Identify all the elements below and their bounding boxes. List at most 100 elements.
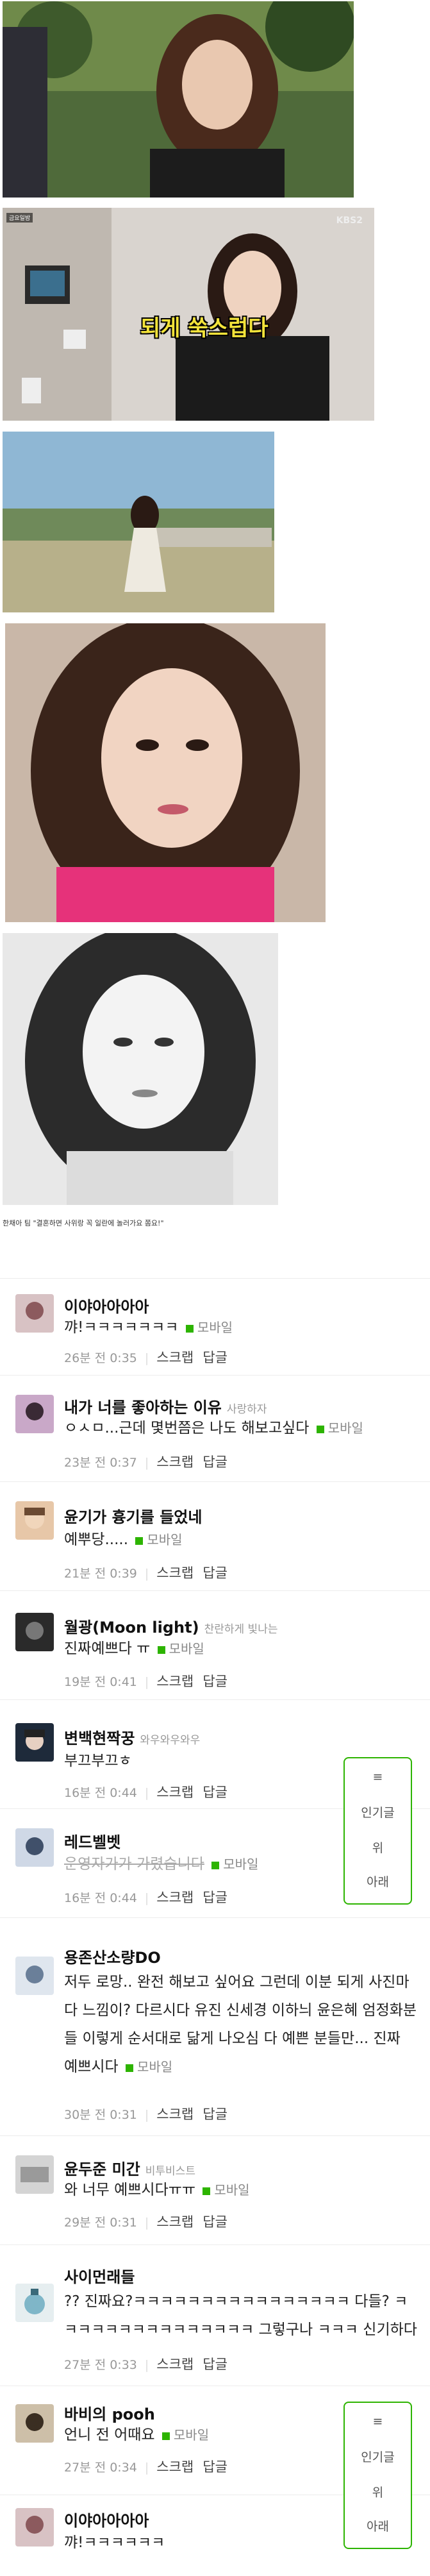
photo-1 [3, 1, 354, 198]
comment-meta: 19분 전 0:41 | 스크랩 답글 [64, 1674, 227, 1689]
comment-author[interactable]: 용존산소량DO [64, 1945, 161, 1967]
mobile-dot-icon [316, 1425, 324, 1433]
avatar[interactable] [15, 1395, 54, 1433]
mobile-badge: 모바일 [209, 1856, 258, 1872]
reply-button[interactable]: 답글 [203, 2459, 227, 2475]
popular-posts-button[interactable]: 인기글 [345, 1803, 411, 1821]
comment-body: 저두 로망.. 완전 해보고 싶어요 그런데 이분 되게 사진마다 느낌이? 다… [64, 1974, 417, 2075]
author-tagline: 사랑하자 [226, 1403, 267, 1416]
avatar[interactable] [15, 1828, 54, 1867]
scrap-button[interactable]: 스크랩 [156, 1350, 194, 1365]
scrap-button[interactable]: 스크랩 [156, 2459, 194, 2475]
comment-meta: 21분 전 0:39 | 스크랩 답글 [64, 1565, 227, 1581]
comment-author[interactable]: 윤기가 흉기를 들었네 [64, 1504, 202, 1527]
avatar[interactable] [15, 1957, 54, 1995]
comment-item: 사이먼래들 ?? 진짜요?ㅋㅋㅋㅋㅋㅋㅋㅋㅋㅋㅋㅋㅋㅋㅋㅋ 다들? ㅋㅋㅋㅋㅋㅋ… [0, 2244, 430, 2386]
comment-meta: 27분 전 0:34 | 스크랩 답글 [64, 2459, 227, 2475]
comment-meta: 29분 전 0:31 | 스크랩 답글 [64, 2214, 227, 2230]
reply-button[interactable]: 답글 [203, 1674, 227, 1689]
comment-author[interactable]: 윤두준 미간 비투비스트 [64, 2157, 195, 2179]
mobile-dot-icon [185, 1324, 194, 1333]
comment-body: 예뿌당..... 모바일 [64, 1531, 183, 1548]
comment-meta: 16분 전 0:44 | 스크랩 답글 [64, 1890, 227, 1905]
comment-item: 윤두준 미간 비투비스트 와 너무 예쁘시다ㅠㅠ 모바일 29분 전 0:31 | 스… [0, 2135, 430, 2245]
comment-author[interactable]: 바비의 pooh [64, 2402, 155, 2424]
avatar[interactable] [15, 1723, 54, 1762]
mobile-dot-icon [203, 2187, 211, 2195]
reply-button[interactable]: 답글 [203, 1350, 227, 1365]
comment-meta: 27분 전 0:33 | 스크랩 답글 [64, 2357, 227, 2372]
author-tagline: 와우와우와우 [140, 1734, 201, 1747]
mobile-dot-icon [161, 2432, 170, 2440]
comment-author[interactable]: 월광(Moon light) 찬란하게 빛나는 [64, 1615, 277, 1637]
photo-caption: 한채아 팀 "결혼하면 사위랑 꼭 일란에 놀러가요 쫌요!" [3, 1219, 164, 1227]
menu-icon[interactable]: ≡ [345, 2414, 411, 2429]
comment-meta: 26분 전 0:35 | 스크랩 답글 [64, 1350, 227, 1365]
comment-item: 월광(Moon light) 찬란하게 빛나는 진짜예쁘다 ㅠ 모바일 19분 전… [0, 1590, 430, 1700]
avatar[interactable] [15, 2284, 54, 2322]
scroll-up-button[interactable]: 위 [345, 1839, 411, 1856]
comment-author[interactable]: 사이먼래들 [64, 2264, 135, 2287]
scrap-button[interactable]: 스크랩 [156, 1890, 194, 1905]
reply-button[interactable]: 답글 [203, 1890, 227, 1905]
comment-author[interactable]: 내가 너를 좋아하는 이유 사랑하자 [64, 1395, 267, 1417]
comment-body: 꺄!ㅋㅋㅋㅋㅋㅋㅋ 모바일 [64, 1319, 233, 1336]
comment-author[interactable]: 레드벨벳 [64, 1830, 120, 1852]
avatar[interactable] [15, 2508, 54, 2547]
comment-meta: 30분 전 0:31 | 스크랩 답글 [64, 2107, 227, 2122]
floating-nav: ≡ 인기글 위 아래 [343, 2402, 412, 2549]
reply-button[interactable]: 답글 [203, 2357, 227, 2372]
avatar[interactable] [15, 2155, 54, 2194]
comment-body: ?? 진짜요?ㅋㅋㅋㅋㅋㅋㅋㅋㅋㅋㅋㅋㅋㅋㅋㅋ 다들? ㅋㅋㅋㅋㅋㅋㅋㅋㅋㅋㅋㅋ… [64, 2293, 417, 2338]
avatar[interactable] [15, 1501, 54, 1540]
scrap-button[interactable]: 스크랩 [156, 1565, 194, 1581]
mobile-badge: 모바일 [133, 1532, 183, 1547]
comment-item: 이야아아아아 꺄!ㅋㅋㅋㅋㅋㅋㅋ 모바일 26분 전 0:35 | 스크랩 답글 [0, 1278, 430, 1376]
author-tagline: 비투비스트 [145, 2165, 195, 2178]
scrap-button[interactable]: 스크랩 [156, 2214, 194, 2230]
reply-button[interactable]: 답글 [203, 1565, 227, 1581]
mobile-dot-icon [211, 1861, 220, 1869]
avatar[interactable] [15, 1613, 54, 1651]
scrap-button[interactable]: 스크랩 [156, 1454, 194, 1470]
photo-2: 금요일밤 KBS2 되게 쑥스럽다 [3, 208, 374, 421]
mobile-badge: 모바일 [155, 1641, 204, 1656]
comment-body: ㅇㅅㅁ...근데 몇번쯤은 나도 해보고싶다 모바일 [64, 1420, 363, 1436]
mobile-badge: 모바일 [314, 1420, 363, 1436]
photo-5 [3, 933, 278, 1205]
mobile-dot-icon [135, 1536, 144, 1545]
comment-item: 내가 너를 좋아하는 이유 사랑하자 ㅇㅅㅁ...근데 몇번쯤은 나도 해보고싶다… [0, 1375, 430, 1482]
mobile-dot-icon [157, 1646, 165, 1654]
mobile-badge: 모바일 [183, 1320, 233, 1335]
scroll-down-button[interactable]: 아래 [345, 2517, 411, 2534]
comment-meta: 23분 전 0:37 | 스크랩 답글 [64, 1454, 227, 1470]
reply-button[interactable]: 답글 [203, 1454, 227, 1470]
subtitle-overlay: 되게 쑥스럽다 [140, 316, 269, 341]
avatar[interactable] [15, 2404, 54, 2443]
mobile-badge: 모바일 [160, 2427, 209, 2443]
avatar[interactable] [15, 1294, 54, 1333]
mobile-badge: 모바일 [200, 2182, 250, 2198]
broadcaster-logo: KBS2 [336, 215, 363, 226]
comment-item: 윤기가 흉기를 들었네 예뿌당..... 모바일 21분 전 0:39 | 스크랩 … [0, 1481, 430, 1591]
scroll-up-button[interactable]: 위 [345, 2483, 411, 2500]
reply-button[interactable]: 답글 [203, 2107, 227, 2122]
comment-author[interactable]: 변백현짝꿍 와우와우와우 [64, 1726, 200, 1748]
author-tagline: 찬란하게 빛나는 [204, 1623, 278, 1636]
photo-3 [3, 432, 274, 612]
comment-author[interactable]: 이야아아아아 [64, 1294, 149, 1317]
menu-icon[interactable]: ≡ [345, 1770, 411, 1784]
scrap-button[interactable]: 스크랩 [156, 1785, 194, 1800]
scrap-button[interactable]: 스크랩 [156, 2107, 194, 2122]
popular-posts-button[interactable]: 인기글 [345, 2448, 411, 2465]
reply-button[interactable]: 답글 [203, 1785, 227, 1800]
scroll-down-button[interactable]: 아래 [345, 1873, 411, 1890]
scrap-button[interactable]: 스크랩 [156, 1674, 194, 1689]
reply-button[interactable]: 답글 [203, 2214, 227, 2230]
comment-meta: 16분 전 0:44 | 스크랩 답글 [64, 1785, 227, 1800]
scrap-button[interactable]: 스크랩 [156, 2357, 194, 2372]
comment-author[interactable]: 이야아아아아 [64, 2508, 149, 2530]
photo-4 [5, 623, 326, 922]
floating-nav: ≡ 인기글 위 아래 [343, 1757, 412, 1905]
comment-item: 용존산소량DO 저두 로망.. 완전 해보고 싶어요 그런데 이분 되게 사진마… [0, 1917, 430, 2136]
